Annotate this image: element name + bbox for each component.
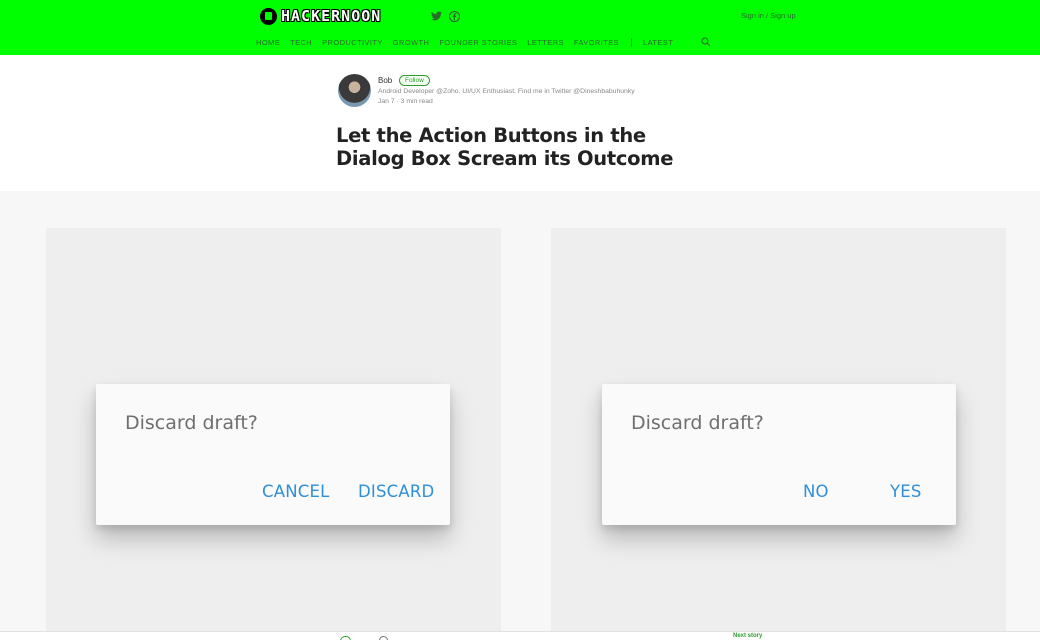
site-logo[interactable]: HACKERNOON — [260, 7, 381, 25]
heart-icon[interactable] — [340, 636, 351, 640]
nav-item-founder-stories[interactable]: FOUNDER STORIES — [439, 38, 517, 47]
nav-item-productivity[interactable]: PRODUCTIVITY — [322, 38, 383, 47]
no-button[interactable]: NO — [803, 482, 829, 501]
signin-link[interactable]: Sign in / Sign up — [741, 11, 796, 20]
author-name[interactable]: Bob — [378, 76, 392, 85]
logo-icon — [260, 7, 277, 25]
nav-item-latest[interactable]: LATEST — [643, 38, 673, 47]
author-avatar[interactable] — [338, 74, 371, 107]
dialog-title: Discard draft? — [125, 412, 258, 434]
yes-button[interactable]: YES — [890, 482, 922, 501]
article-meta: Jan 7 · 3 min read — [378, 98, 433, 105]
dialog-title: Discard draft? — [631, 412, 764, 434]
nav-divider — [631, 37, 632, 47]
follow-button[interactable]: Follow — [399, 75, 430, 86]
nav-item-tech[interactable]: TECH — [290, 38, 312, 47]
author-bio: Android Developer @Zoho. UI/UX Enthusias… — [378, 88, 635, 95]
nav-item-letters[interactable]: LETTERS — [527, 38, 564, 47]
dialog-box: Discard draft? NO YES — [602, 384, 956, 525]
figure-panel-left: Discard draft? CANCEL DISCARD — [46, 228, 501, 640]
nav-item-growth[interactable]: GROWTH — [393, 38, 430, 47]
twitter-icon[interactable] — [430, 10, 442, 22]
discard-button[interactable]: DISCARD — [358, 482, 434, 501]
comment-icon[interactable] — [379, 636, 388, 640]
site-header: HACKERNOON Sign in / Sign up HOME TECH P… — [0, 0, 1040, 55]
article-title: Let the Action Buttons in the Dialog Box… — [336, 124, 674, 170]
search-icon[interactable] — [701, 37, 711, 47]
main-nav: HOME TECH PRODUCTIVITY GROWTH FOUNDER ST… — [256, 37, 711, 47]
nav-item-home[interactable]: HOME — [256, 38, 280, 47]
cancel-button[interactable]: CANCEL — [262, 482, 330, 501]
nav-item-favorites[interactable]: FAVORITES — [574, 38, 619, 47]
figure-panel-right: Discard draft? NO YES — [551, 228, 1006, 640]
dialog-box: Discard draft? CANCEL DISCARD — [96, 384, 450, 525]
logo-text: HACKERNOON — [281, 7, 382, 25]
facebook-icon[interactable] — [448, 10, 460, 22]
next-story-link[interactable]: Next story — [733, 633, 762, 639]
bottom-action-bar: Next story — [0, 631, 1040, 640]
